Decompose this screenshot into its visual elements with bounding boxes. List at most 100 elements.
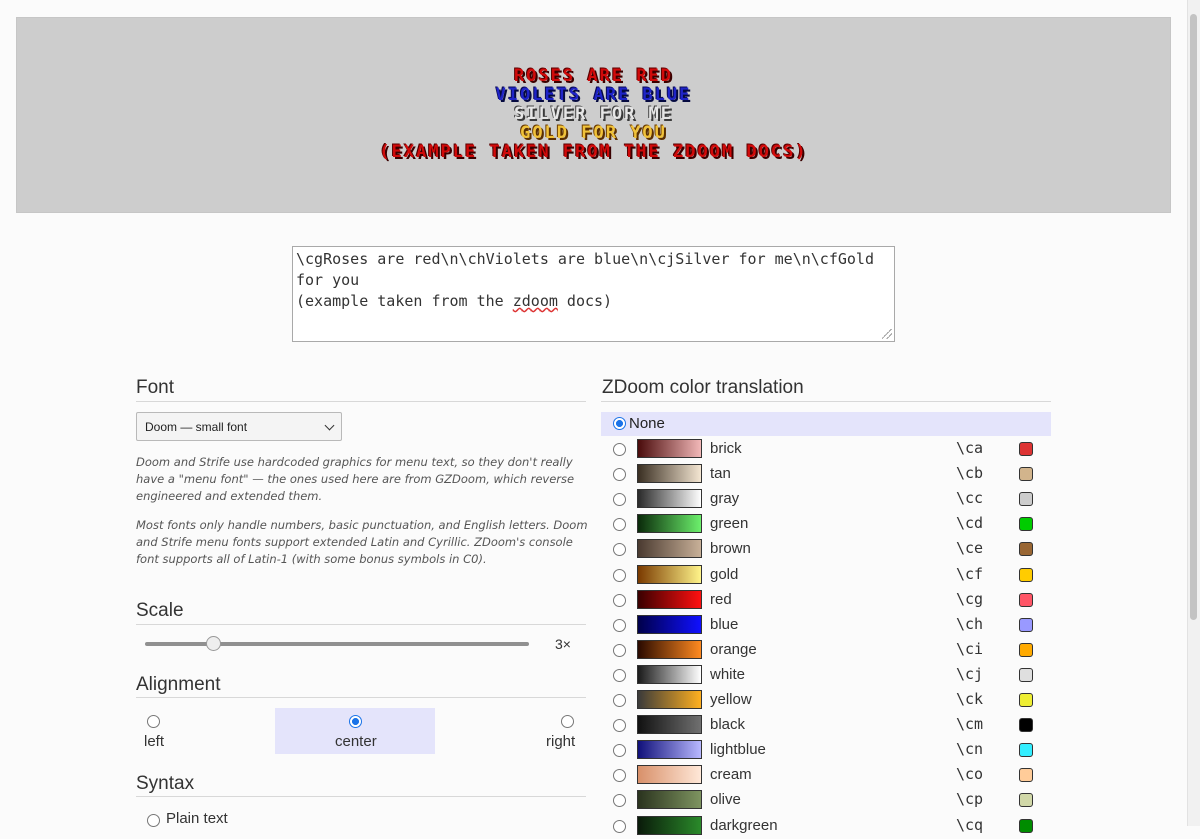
spellcheck-word: zdoom (512, 292, 558, 310)
translation-row-red[interactable]: red \cg (601, 588, 1051, 613)
translation-code: \cg (956, 589, 984, 608)
color-swatch (1019, 467, 1033, 482)
translation-code: \cc (956, 489, 984, 508)
preview-line-1: ROSES ARE RED (513, 66, 674, 86)
translation-radio[interactable] (613, 744, 626, 758)
translation-radio[interactable] (613, 568, 626, 582)
translation-none-radio[interactable] (613, 417, 626, 430)
color-swatch (1019, 442, 1033, 456)
divider (136, 401, 586, 402)
font-select[interactable]: Doom — small font (136, 412, 342, 441)
translation-radio[interactable] (613, 794, 626, 808)
divider (136, 796, 586, 797)
scale-slider[interactable] (145, 642, 529, 646)
translation-code: \co (956, 765, 984, 784)
align-right-radio[interactable] (561, 715, 574, 728)
scrollbar-thumb[interactable] (1190, 14, 1197, 620)
translation-name: orange (710, 640, 757, 658)
translation-name: gold (710, 565, 739, 583)
translation-radio[interactable] (613, 719, 626, 733)
translation-code: \cp (956, 790, 984, 809)
translation-row-brick[interactable]: brick \ca (601, 437, 1051, 462)
translation-radio[interactable] (613, 769, 626, 783)
align-right-label: right (546, 733, 576, 750)
gradient-preview (637, 439, 702, 458)
translation-row-gray[interactable]: gray \cc (601, 487, 1051, 512)
gradient-preview (637, 664, 702, 684)
gradient-preview (637, 514, 702, 534)
translation-code: \ch (956, 614, 984, 633)
translation-row-white[interactable]: white \cj (601, 663, 1051, 688)
translation-name: darkgreen (710, 816, 778, 834)
font-note-2: Most fonts only handle numbers, basic pu… (136, 518, 588, 566)
translation-none-label: None (629, 415, 665, 432)
translation-code: \cf (956, 564, 984, 583)
translation-code: \cd (956, 514, 984, 533)
translation-name: green (710, 515, 749, 533)
syntax-plain-radio[interactable] (147, 814, 160, 827)
align-left-radio[interactable] (147, 715, 160, 728)
translation-name: brown (710, 540, 751, 558)
translation-row-orange[interactable]: orange \ci (601, 638, 1051, 663)
preview-line-5: (EXAMPLE TAKEN FROM THE ZDOOM DOCS) (379, 142, 808, 162)
scale-value: 3× (555, 636, 571, 652)
translation-none-row[interactable] (601, 412, 1051, 436)
translation-row-brown[interactable]: brown \ce (601, 537, 1051, 562)
preview-line-4: GOLD FOR YOU (520, 123, 667, 143)
translation-radio[interactable] (613, 618, 626, 632)
align-right-option[interactable]: right (500, 708, 586, 754)
align-center-radio[interactable] (349, 715, 362, 728)
preview-line-3: SILVER FOR ME (513, 104, 674, 124)
translation-row-darkgreen[interactable]: darkgreen \cq (601, 814, 1051, 839)
text-preview: ROSES ARE RED VIOLETS ARE BLUE SILVER FO… (16, 17, 1171, 213)
scale-slider-thumb[interactable] (206, 636, 221, 651)
divider (136, 697, 586, 698)
translation-row-cream[interactable]: cream \co (601, 763, 1051, 788)
page-scrollbar[interactable] (1187, 0, 1200, 826)
translation-row-black[interactable]: black \cm (601, 713, 1051, 738)
translation-row-olive[interactable]: olive \cp (601, 788, 1051, 813)
translation-row-yellow[interactable]: yellow \ck (601, 688, 1051, 713)
translation-radio[interactable] (613, 493, 626, 507)
translation-row-lightblue[interactable]: lightblue \cn (601, 738, 1051, 763)
gradient-preview (637, 765, 702, 785)
translation-radio[interactable] (613, 819, 626, 833)
syntax-plain-label: Plain text (166, 810, 228, 827)
translation-radio[interactable] (613, 643, 626, 657)
translation-radio[interactable] (613, 443, 626, 456)
translation-radio[interactable] (613, 543, 626, 557)
gradient-preview (637, 815, 702, 835)
color-swatch (1019, 542, 1033, 557)
translation-radio[interactable] (613, 468, 626, 482)
align-center-option[interactable]: center (275, 708, 435, 754)
translation-row-tan[interactable]: tan \cb (601, 462, 1051, 487)
translation-row-blue[interactable]: blue \ch (601, 613, 1051, 638)
translation-radio[interactable] (613, 668, 626, 682)
translation-row-green[interactable]: green \cd (601, 512, 1051, 537)
translation-code: \cm (956, 715, 984, 734)
translation-radio[interactable] (613, 518, 626, 532)
color-swatch (1019, 617, 1033, 632)
translation-name: lightblue (710, 741, 766, 759)
gradient-preview (637, 639, 702, 659)
color-swatch (1019, 743, 1033, 758)
translation-code: \ci (956, 639, 984, 658)
divider (136, 624, 586, 625)
translation-radio[interactable] (613, 593, 626, 607)
translation-name: brick (710, 440, 742, 457)
translation-code: \ca (956, 439, 984, 457)
color-swatch (1019, 517, 1033, 532)
resize-handle-icon[interactable] (882, 329, 892, 339)
message-textarea[interactable]: \cgRoses are red\n\chViolets are blue\n\… (292, 246, 895, 342)
color-swatch (1019, 768, 1033, 783)
color-swatch (1019, 793, 1033, 808)
translation-code: \ce (956, 539, 984, 558)
align-left-option[interactable]: left (136, 708, 276, 754)
color-swatch (1019, 492, 1033, 507)
gradient-preview (637, 564, 702, 584)
translation-name: olive (710, 791, 741, 809)
translation-radio[interactable] (613, 694, 626, 707)
translation-code: \cn (956, 740, 984, 759)
translation-row-gold[interactable]: gold \cf (601, 563, 1051, 588)
translation-name: cream (710, 766, 752, 784)
